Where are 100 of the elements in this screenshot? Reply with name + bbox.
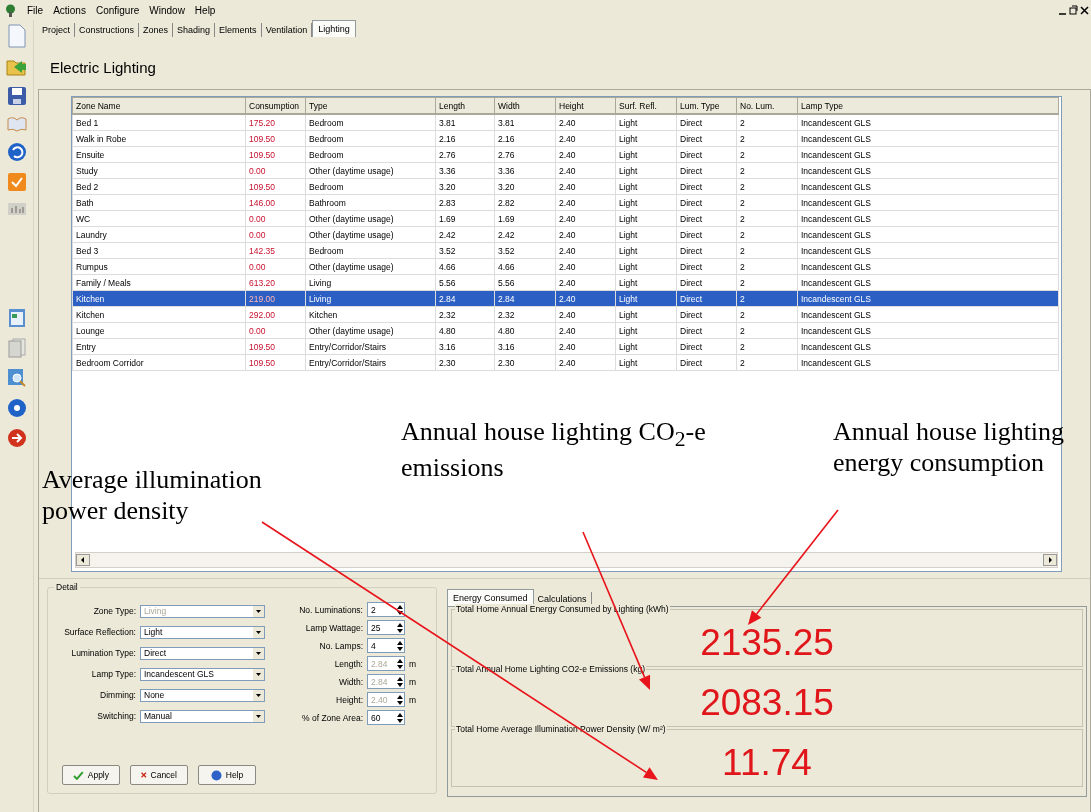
table-cell: 0.00 — [245, 322, 306, 339]
folder-icon[interactable] — [5, 58, 28, 76]
table-cell: 2.16 — [494, 130, 556, 147]
checkmark-icon[interactable] — [6, 172, 27, 192]
arrow-right-icon[interactable] — [6, 428, 27, 448]
table-row[interactable]: Lounge 0.00 Other (daytime usage) 4.80 4.80 2.40 Light Direct 2 Incandescent GLS — [72, 322, 1059, 339]
table-cell: 109.50 — [245, 130, 306, 147]
close-icon[interactable] — [1080, 5, 1089, 15]
column-header[interactable]: No. Lum. — [736, 97, 798, 114]
table-row[interactable]: Entry 109.50 Entry/Corridor/Stairs 3.16 3.16 2.40 Light Direct 2 Incandescent GLS — [72, 338, 1059, 355]
column-header[interactable]: Type — [305, 97, 436, 114]
table-row[interactable]: Bed 2 109.50 Bedroom 3.20 3.20 2.40 Light Direct 2 Incandescent GLS — [72, 178, 1059, 195]
table-cell: Incandescent GLS — [797, 194, 1059, 211]
table-cell: Light — [615, 178, 677, 195]
spinner-field[interactable]: 25 — [367, 620, 405, 635]
table-cell: 3.20 — [494, 178, 556, 195]
dropdown-caret-icon[interactable] — [253, 668, 264, 680]
table-cell: 4.66 — [435, 258, 495, 275]
column-header[interactable]: Surf. Refl. — [615, 97, 677, 114]
disc-icon[interactable] — [6, 398, 27, 418]
restore-icon[interactable] — [1069, 5, 1078, 15]
table-cell: 3.52 — [435, 242, 495, 259]
table-row[interactable]: Rumpus 0.00 Other (daytime usage) 4.66 4.66 2.40 Light Direct 2 Incandescent GLS — [72, 258, 1059, 275]
page-title: Electric Lighting — [50, 59, 157, 78]
column-header[interactable]: Height — [555, 97, 616, 114]
table-cell: 2 — [736, 178, 798, 195]
spinner-field[interactable]: 60 — [367, 710, 405, 725]
dropdown[interactable]: Manual — [140, 709, 265, 723]
save-icon[interactable] — [6, 86, 27, 106]
scroll-right-icon[interactable] — [1043, 554, 1057, 566]
table-cell: 2 — [736, 114, 798, 131]
dropdown-caret-icon[interactable] — [253, 626, 264, 638]
tab[interactable]: Energy Consumed — [447, 589, 534, 606]
table-row[interactable]: Bath 146.00 Bathroom 2.83 2.82 2.40 Light Direct 2 Incandescent GLS — [72, 194, 1059, 211]
zoom-icon[interactable] — [6, 368, 27, 388]
table-row[interactable]: Ensuite 109.50 Bedroom 2.76 2.76 2.40 Light Direct 2 Incandescent GLS — [72, 146, 1059, 163]
table-cell: Bedroom — [305, 178, 436, 195]
table-cell: 2.82 — [494, 194, 556, 211]
menu-item[interactable]: Actions — [53, 4, 86, 16]
table-cell: Bedroom Corridor — [72, 354, 246, 371]
column-header[interactable]: Zone Name — [72, 97, 246, 114]
horizontal-scrollbar[interactable] — [75, 552, 1058, 568]
table-row[interactable]: WC 0.00 Other (daytime usage) 1.69 1.69 2.40 Light Direct 2 Incandescent GLS — [72, 210, 1059, 227]
scroll-left-icon[interactable] — [76, 554, 90, 566]
button[interactable]: Apply — [62, 765, 120, 785]
table-cell: 0.00 — [245, 210, 306, 227]
table-cell: 2.40 — [555, 194, 616, 211]
table-cell: Light — [615, 338, 677, 355]
column-header[interactable]: Length — [435, 97, 495, 114]
table-row[interactable]: Bed 3 142.35 Bedroom 3.52 3.52 2.40 Light Direct 2 Incandescent GLS — [72, 242, 1059, 259]
table-cell: Direct — [676, 242, 737, 259]
menu-item[interactable]: Help — [194, 4, 216, 16]
table-row[interactable]: Study 0.00 Other (daytime usage) 3.36 3.36 2.40 Light Direct 2 Incandescent GLS — [72, 162, 1059, 179]
table-cell: 2 — [736, 258, 798, 275]
table-cell: Lounge — [72, 322, 246, 339]
menu-item[interactable]: Configure — [95, 4, 140, 16]
table-cell: 2.42 — [494, 226, 556, 243]
window-icon[interactable] — [7, 308, 26, 328]
undo-icon[interactable] — [6, 142, 27, 162]
table-cell: Light — [615, 306, 677, 323]
table-cell: 2.40 — [555, 162, 616, 179]
dropdown-caret-icon[interactable] — [253, 710, 264, 722]
table-cell: Light — [615, 258, 677, 275]
table-row[interactable]: Family / Meals 613.20 Living 5.56 5.56 2.40 Light Direct 2 Incandescent GLS — [72, 274, 1059, 291]
spinner-arrows-icon[interactable] — [396, 603, 404, 616]
button[interactable]: Cancel — [130, 765, 188, 785]
column-header[interactable]: Lum. Type — [676, 97, 737, 114]
dropdown[interactable]: Light — [140, 625, 265, 639]
column-header[interactable]: Consumption — [245, 97, 306, 114]
table-cell: 1.69 — [494, 210, 556, 227]
dropdown[interactable]: Incandescent GLS — [140, 667, 265, 681]
table-row[interactable]: Walk in Robe 109.50 Bedroom 2.16 2.16 2.40 Light Direct 2 Incandescent GLS — [72, 130, 1059, 147]
table-cell: Incandescent GLS — [797, 274, 1059, 291]
table-cell: 0.00 — [245, 162, 306, 179]
help-icon — [210, 769, 222, 781]
spinner-field[interactable]: 2 — [367, 602, 405, 617]
dropdown[interactable]: None — [140, 688, 265, 702]
column-header[interactable]: Lamp Type — [797, 97, 1059, 114]
table-row[interactable]: Kitchen 292.00 Kitchen 2.32 2.32 2.40 Light Direct 2 Incandescent GLS — [72, 306, 1059, 323]
menu-item[interactable]: File — [27, 4, 44, 16]
spinner-field[interactable]: 4 — [367, 638, 405, 653]
dropdown[interactable]: Direct — [140, 646, 265, 660]
table-cell: Incandescent GLS — [797, 210, 1059, 227]
column-header[interactable]: Width — [494, 97, 556, 114]
spinner-arrows-icon[interactable] — [396, 639, 404, 652]
table-cell: Light — [615, 354, 677, 371]
table-cell: 3.52 — [494, 242, 556, 259]
tab[interactable]: Lighting — [312, 20, 356, 37]
button[interactable]: Help — [198, 765, 256, 785]
dropdown-caret-icon[interactable] — [253, 689, 264, 701]
spinner-arrows-icon[interactable] — [396, 711, 404, 724]
table-row[interactable]: Bedroom Corridor 109.50 Entry/Corridor/Stairs 2.30 2.30 2.40 Light Direct 2 Incandescent GLS — [72, 354, 1059, 371]
spinner-arrows-icon[interactable] — [396, 621, 404, 634]
table-row[interactable]: Bed 1 175.20 Bedroom 3.81 3.81 2.40 Light Direct 2 Incandescent GLS — [72, 114, 1059, 131]
dropdown-caret-icon[interactable] — [253, 647, 264, 659]
table-cell: 109.50 — [245, 178, 306, 195]
table-row[interactable]: Laundry 0.00 Other (daytime usage) 2.42 2.42 2.40 Light Direct 2 Incandescent GLS — [72, 226, 1059, 243]
table-row[interactable]: Kitchen 219.00 Living 2.84 2.84 2.40 Light Direct 2 Incandescent GLS — [72, 290, 1059, 307]
menu-item[interactable]: Window — [149, 4, 185, 16]
unit-label: m — [408, 676, 418, 687]
